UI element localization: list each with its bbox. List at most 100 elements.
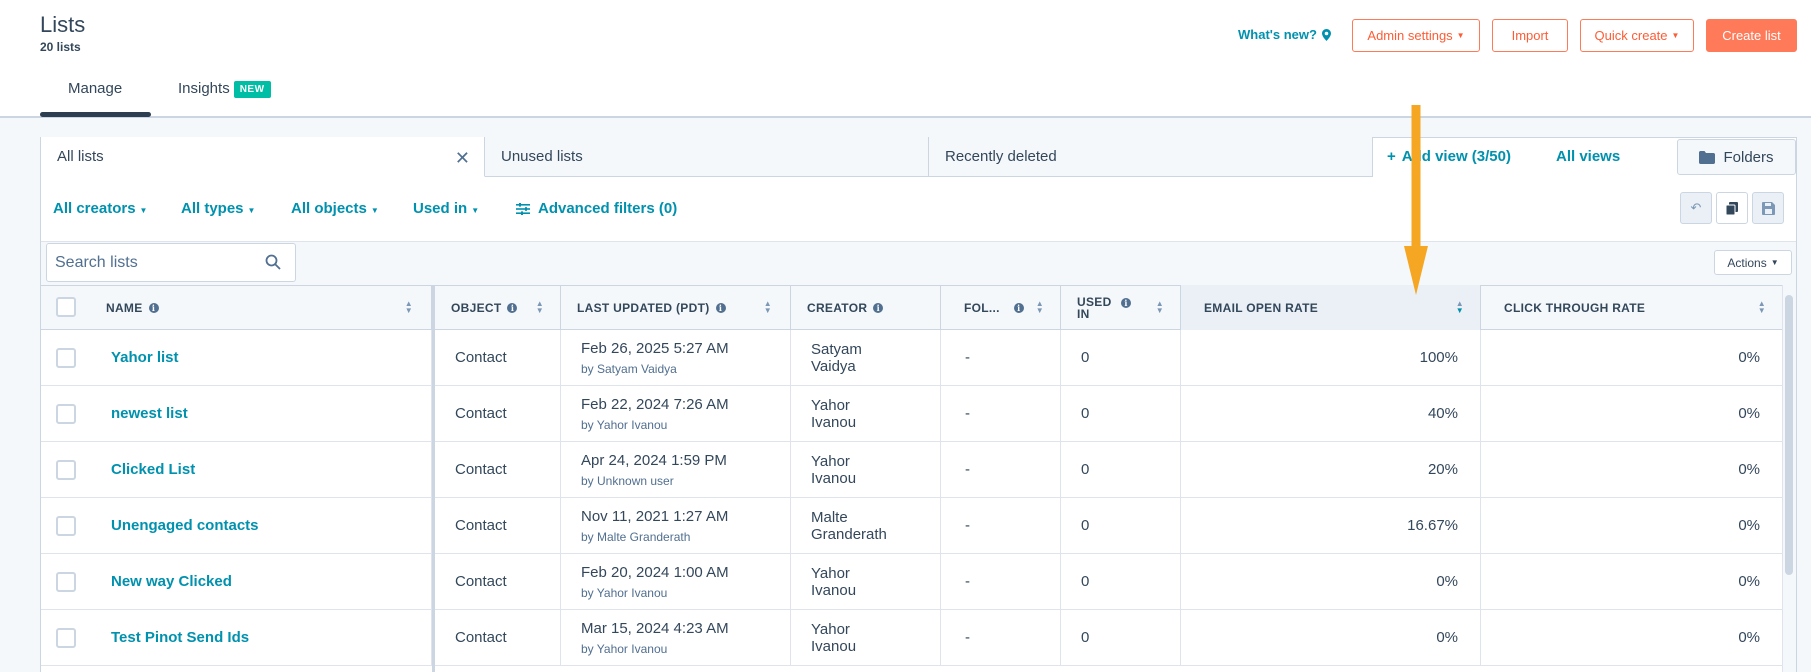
column-label: LAST UPDATED (PDT) [577, 300, 710, 315]
scrollbar-thumb[interactable] [1785, 295, 1793, 575]
column-header-name[interactable]: NAME i ▲ ▼ [90, 285, 432, 330]
sort-icon[interactable]: ▲ ▼ [536, 300, 544, 315]
tab-manage-label: Manage [68, 80, 123, 97]
view-tab-all-lists[interactable]: All lists ✕ [41, 137, 485, 177]
folder-icon [1699, 150, 1716, 164]
add-view-label: Add view (3/50) [1401, 148, 1511, 165]
tab-manage[interactable]: Manage [68, 80, 122, 97]
email-open-rate-cell: 0% [1181, 610, 1481, 665]
admin-settings-label: Admin settings [1367, 28, 1453, 43]
folder-value: - [965, 461, 970, 478]
actions-button[interactable]: Actions ▼ [1714, 250, 1792, 275]
last-updated-cell: Apr 24, 2024 1:59 PM by Unknown user [561, 442, 791, 497]
list-name-link[interactable]: Unengaged contacts [41, 498, 432, 553]
filter-used-in[interactable]: Used in ▼ [413, 200, 479, 217]
list-name-link[interactable]: Test Pinot Send Ids [41, 610, 432, 665]
folders-button[interactable]: Folders [1677, 139, 1796, 175]
column-header-click-through-rate[interactable]: CLICK THROUGH RATE ▲ ▼ [1481, 285, 1782, 330]
save-view-button[interactable] [1752, 192, 1784, 224]
list-name-link[interactable]: Clicked List [41, 442, 432, 497]
updated-date: Mar 15, 2024 4:23 AM [581, 619, 729, 637]
open-rate-value: 16.67% [1407, 517, 1458, 534]
sort-icon[interactable]: ▲ ▼ [1758, 300, 1766, 315]
ctr-value: 0% [1738, 517, 1760, 534]
column-header-creator[interactable]: CREATOR i [791, 285, 941, 330]
info-icon[interactable]: i [873, 302, 884, 313]
last-updated-cell: Nov 11, 2021 1:27 AM by Malte Granderath [561, 498, 791, 553]
page-title: Lists [40, 12, 86, 37]
column-label: OBJECT [451, 300, 502, 315]
view-tab-unused-lists[interactable]: Unused lists [485, 137, 929, 177]
filter-all-objects[interactable]: All objects ▼ [291, 200, 379, 217]
chevron-down-icon: ▼ [1770, 258, 1779, 267]
filter-all-creators[interactable]: All creators ▼ [53, 200, 147, 217]
add-view-link[interactable]: + Add view (3/50) [1387, 148, 1511, 165]
list-name: newest list [111, 405, 188, 422]
sort-icon[interactable]: ▲ ▼ [764, 300, 772, 315]
copy-button[interactable] [1716, 192, 1748, 224]
column-header-used-in[interactable]: USED IN i ▲ ▼ [1061, 285, 1181, 330]
used-in-cell: 0 [1061, 554, 1181, 609]
advanced-filters-label: Advanced filters (0) [538, 200, 678, 217]
info-icon[interactable]: i [715, 302, 726, 313]
import-button[interactable]: Import [1492, 19, 1568, 52]
search-box [46, 243, 296, 282]
save-icon [1761, 201, 1775, 215]
quick-create-button[interactable]: Quick create ▼ [1580, 19, 1694, 52]
info-icon[interactable]: i [507, 302, 518, 313]
create-list-button[interactable]: Create list [1706, 19, 1797, 52]
creator-cell: Yahor Ivanou [791, 610, 941, 665]
search-icon[interactable] [265, 254, 281, 270]
advanced-filters-button[interactable]: Advanced filters (0) [516, 200, 677, 217]
admin-settings-button[interactable]: Admin settings ▼ [1352, 19, 1480, 52]
list-name-link[interactable]: Yahor list [41, 330, 432, 385]
open-rate-value: 20% [1427, 461, 1458, 478]
creator-name: Yahor Ivanou [811, 452, 857, 487]
info-icon[interactable]: i [1013, 302, 1024, 313]
list-name: Yahor list [111, 349, 179, 366]
list-name-link[interactable]: New way Clicked [41, 554, 432, 609]
sort-icon[interactable]: ▲ ▼ [1456, 300, 1464, 315]
chevron-down-icon: ▼ [471, 206, 480, 215]
object-value: Contact [455, 405, 507, 422]
sort-icon[interactable]: ▲ ▼ [1036, 300, 1044, 315]
column-header-email-open-rate[interactable]: EMAIL OPEN RATE ▲ ▼ [1181, 285, 1481, 330]
last-updated-cell: Mar 15, 2024 4:23 AM by Yahor Ivanou [561, 610, 791, 665]
sort-icon[interactable]: ▲ ▼ [405, 300, 413, 315]
view-tab-recently-deleted[interactable]: Recently deleted [929, 137, 1373, 177]
actions-label: Actions [1727, 255, 1767, 270]
sort-icon[interactable]: ▲ ▼ [1156, 300, 1164, 315]
search-input[interactable] [55, 252, 255, 274]
list-name-link[interactable]: newest list [41, 386, 432, 441]
column-header-folder[interactable]: FOL... i ▲ ▼ [941, 285, 1061, 330]
filter-all-types[interactable]: All types ▼ [181, 200, 255, 217]
updated-date: Apr 24, 2024 1:59 PM [581, 451, 727, 469]
updated-by: by Yahor Ivanou [581, 417, 668, 432]
column-label: NAME [106, 300, 143, 315]
whats-new-link[interactable]: What's new? [1238, 27, 1331, 42]
plus-icon: + [1387, 148, 1396, 165]
undo-button[interactable]: ↶ [1680, 192, 1712, 224]
object-cell: Contact [435, 554, 561, 609]
column-header-object[interactable]: OBJECT i ▲ ▼ [435, 285, 561, 330]
view-tab-label: Recently deleted [945, 148, 1057, 165]
tab-insights[interactable]: Insights NEW [178, 80, 271, 98]
click-through-rate-cell: 0% [1481, 442, 1782, 497]
creator-name: Yahor Ivanou [811, 620, 857, 655]
create-list-label: Create list [1722, 28, 1781, 43]
email-open-rate-cell: 100% [1181, 330, 1481, 385]
all-views-link[interactable]: All views [1556, 148, 1620, 165]
close-icon[interactable]: ✕ [455, 148, 470, 169]
creator-cell: Malte Granderath [791, 498, 941, 553]
updated-date: Feb 20, 2024 1:00 AM [581, 563, 729, 581]
select-all-checkbox[interactable] [56, 297, 76, 317]
object-cell: Contact [435, 330, 561, 385]
info-icon[interactable]: i [148, 302, 159, 313]
filter-label: Used in [413, 200, 468, 217]
info-icon[interactable]: i [1121, 297, 1131, 308]
updated-by: by Yahor Ivanou [581, 585, 668, 600]
ctr-value: 0% [1738, 405, 1760, 422]
used-in-cell: 0 [1061, 386, 1181, 441]
column-header-last-updated[interactable]: LAST UPDATED (PDT) i ▲ ▼ [561, 285, 791, 330]
new-badge: NEW [233, 81, 271, 98]
